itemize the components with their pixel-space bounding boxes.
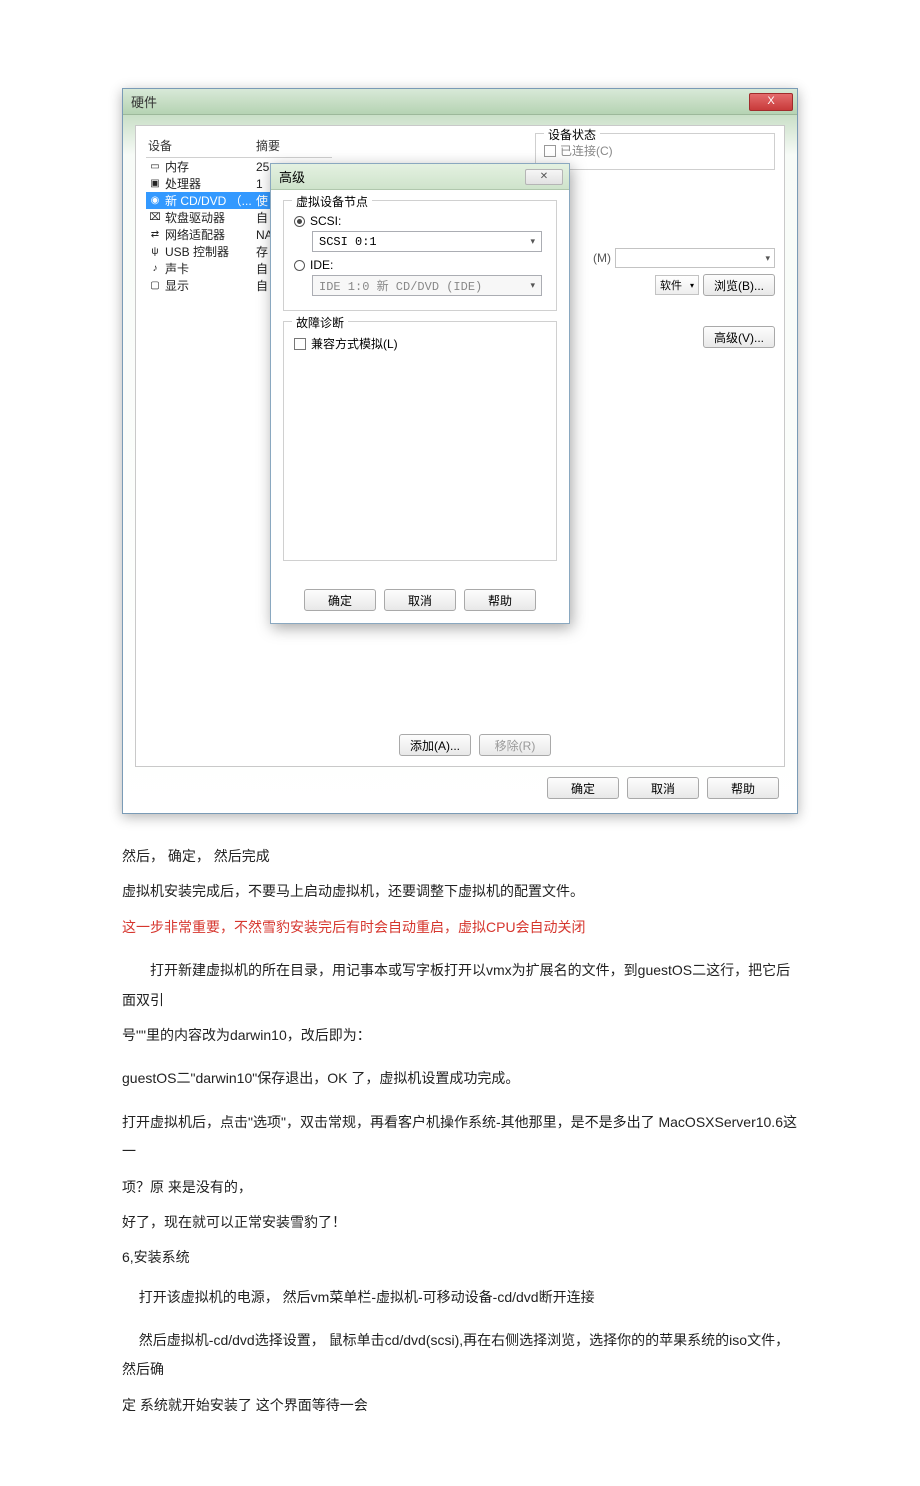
virtual-node-group: 虚拟设备节点 SCSI: SCSI 0:1▾ IDE: IDE 1:0 新 CD… [283, 200, 557, 311]
scsi-radio[interactable]: SCSI: [294, 214, 546, 228]
troubleshoot-group: 故障诊断 兼容方式模拟(L) [283, 321, 557, 561]
para-warning: 这一步非常重要，不然雪豹安装完后有时会自动重启，虚拟CPU会自动关闭 [122, 913, 798, 942]
display-icon: ▢ [148, 279, 162, 293]
para: 6,安装系统 [122, 1243, 798, 1272]
troubleshoot-label: 故障诊断 [292, 314, 348, 331]
dev-row-floppy[interactable]: ⌧软盘驱动器 [146, 209, 254, 226]
dialog-title: 硬件 [131, 92, 157, 111]
path-dropdown[interactable]: ▾ [615, 248, 775, 268]
connected-checkbox[interactable]: 已连接(C) [544, 142, 766, 159]
dev-row-memory[interactable]: ▭内存 [146, 158, 254, 175]
sound-icon: ♪ [148, 262, 162, 276]
advanced-button[interactable]: 高级(V)... [703, 326, 775, 348]
floppy-icon: ⌧ [148, 211, 162, 225]
device-status-group: 设备状态 已连接(C) (M) ▾ 软件▾ 浏览(B)... [535, 133, 775, 348]
legacy-checkbox[interactable]: 兼容方式模拟(L) [294, 335, 546, 352]
browse-button[interactable]: 浏览(B)... [703, 274, 775, 296]
adv-close-button[interactable]: ✕ [525, 169, 563, 185]
para: 号""里的内容改为darwin10，改后即为： [122, 1021, 798, 1050]
adv-help-button[interactable]: 帮助 [464, 589, 536, 611]
ide-select[interactable]: IDE 1:0 新 CD/DVD (IDE)▾ [312, 275, 542, 296]
dev-row-usb[interactable]: ψUSB 控制器 [146, 243, 254, 260]
browse-type-dropdown[interactable]: 软件▾ [655, 275, 699, 295]
summary-col-header: 摘要 [254, 134, 332, 158]
dev-row-display[interactable]: ▢显示 [146, 277, 254, 294]
m-label: (M) [593, 251, 611, 265]
para: 打开该虚拟机的电源， 然后vm菜单栏-虚拟机-可移动设备-cd/dvd断开连接 [122, 1283, 798, 1312]
node-group-label: 虚拟设备节点 [292, 193, 372, 210]
cpu-icon: ▣ [148, 177, 162, 191]
adv-title-text: 高级 [279, 167, 305, 186]
para: 打开虚拟机后，点击"选项"，双击常规，再看客户机操作系统-其他那里，是不是多出了… [122, 1108, 798, 1167]
adv-ok-button[interactable]: 确定 [304, 589, 376, 611]
remove-button[interactable]: 移除(R) [479, 734, 551, 756]
article-text: 然后， 确定， 然后完成 虚拟机安装完成后，不要马上启动虚拟机，还要调整下虚拟机… [0, 814, 920, 1486]
para: 项？原 来是没有的， [122, 1173, 798, 1202]
para: 打开新建虚拟机的所在目录，用记事本或写字板打开以vmx为扩展名的文件，到gues… [122, 956, 798, 1015]
dev-row-sound[interactable]: ♪声卡 [146, 260, 254, 277]
close-button[interactable]: X [749, 93, 793, 111]
para: 然后虚拟机-cd/dvd选择设置， 鼠标单击cd/dvd(scsi),再在右侧选… [122, 1326, 798, 1385]
para: guestOS二"darwin10"保存退出，OK 了，虚拟机设置成功完成。 [122, 1064, 798, 1093]
cancel-button[interactable]: 取消 [627, 777, 699, 799]
advanced-dialog: 高级 ✕ 虚拟设备节点 SCSI: SCSI 0:1▾ IDE: IDE 1:0… [270, 163, 570, 624]
memory-icon: ▭ [148, 160, 162, 174]
usb-icon: ψ [148, 245, 162, 259]
nic-icon: ⇄ [148, 228, 162, 242]
para: 然后， 确定， 然后完成 [122, 842, 798, 871]
ide-radio[interactable]: IDE: [294, 258, 546, 272]
scsi-select[interactable]: SCSI 0:1▾ [312, 231, 542, 252]
help-button[interactable]: 帮助 [707, 777, 779, 799]
ok-button[interactable]: 确定 [547, 777, 619, 799]
adv-title-bar: 高级 ✕ [271, 164, 569, 190]
status-group-label: 设备状态 [544, 126, 600, 143]
adv-cancel-button[interactable]: 取消 [384, 589, 456, 611]
para: 好了，现在就可以正常安装雪豹了！ [122, 1208, 798, 1237]
dev-row-cpu[interactable]: ▣处理器 [146, 175, 254, 192]
dev-row-cdrom[interactable]: ◉新 CD/DVD （... [146, 192, 254, 209]
add-button[interactable]: 添加(A)... [399, 734, 471, 756]
device-col-header: 设备 [146, 134, 254, 158]
dev-row-nic[interactable]: ⇄网络适配器 [146, 226, 254, 243]
para: 虚拟机安装完成后，不要马上启动虚拟机，还要调整下虚拟机的配置文件。 [122, 877, 798, 906]
para: 定 系统就开始安装了 这个界面等待一会 [122, 1391, 798, 1420]
cd-icon: ◉ [148, 194, 162, 208]
title-bar: 硬件 X [123, 89, 797, 115]
